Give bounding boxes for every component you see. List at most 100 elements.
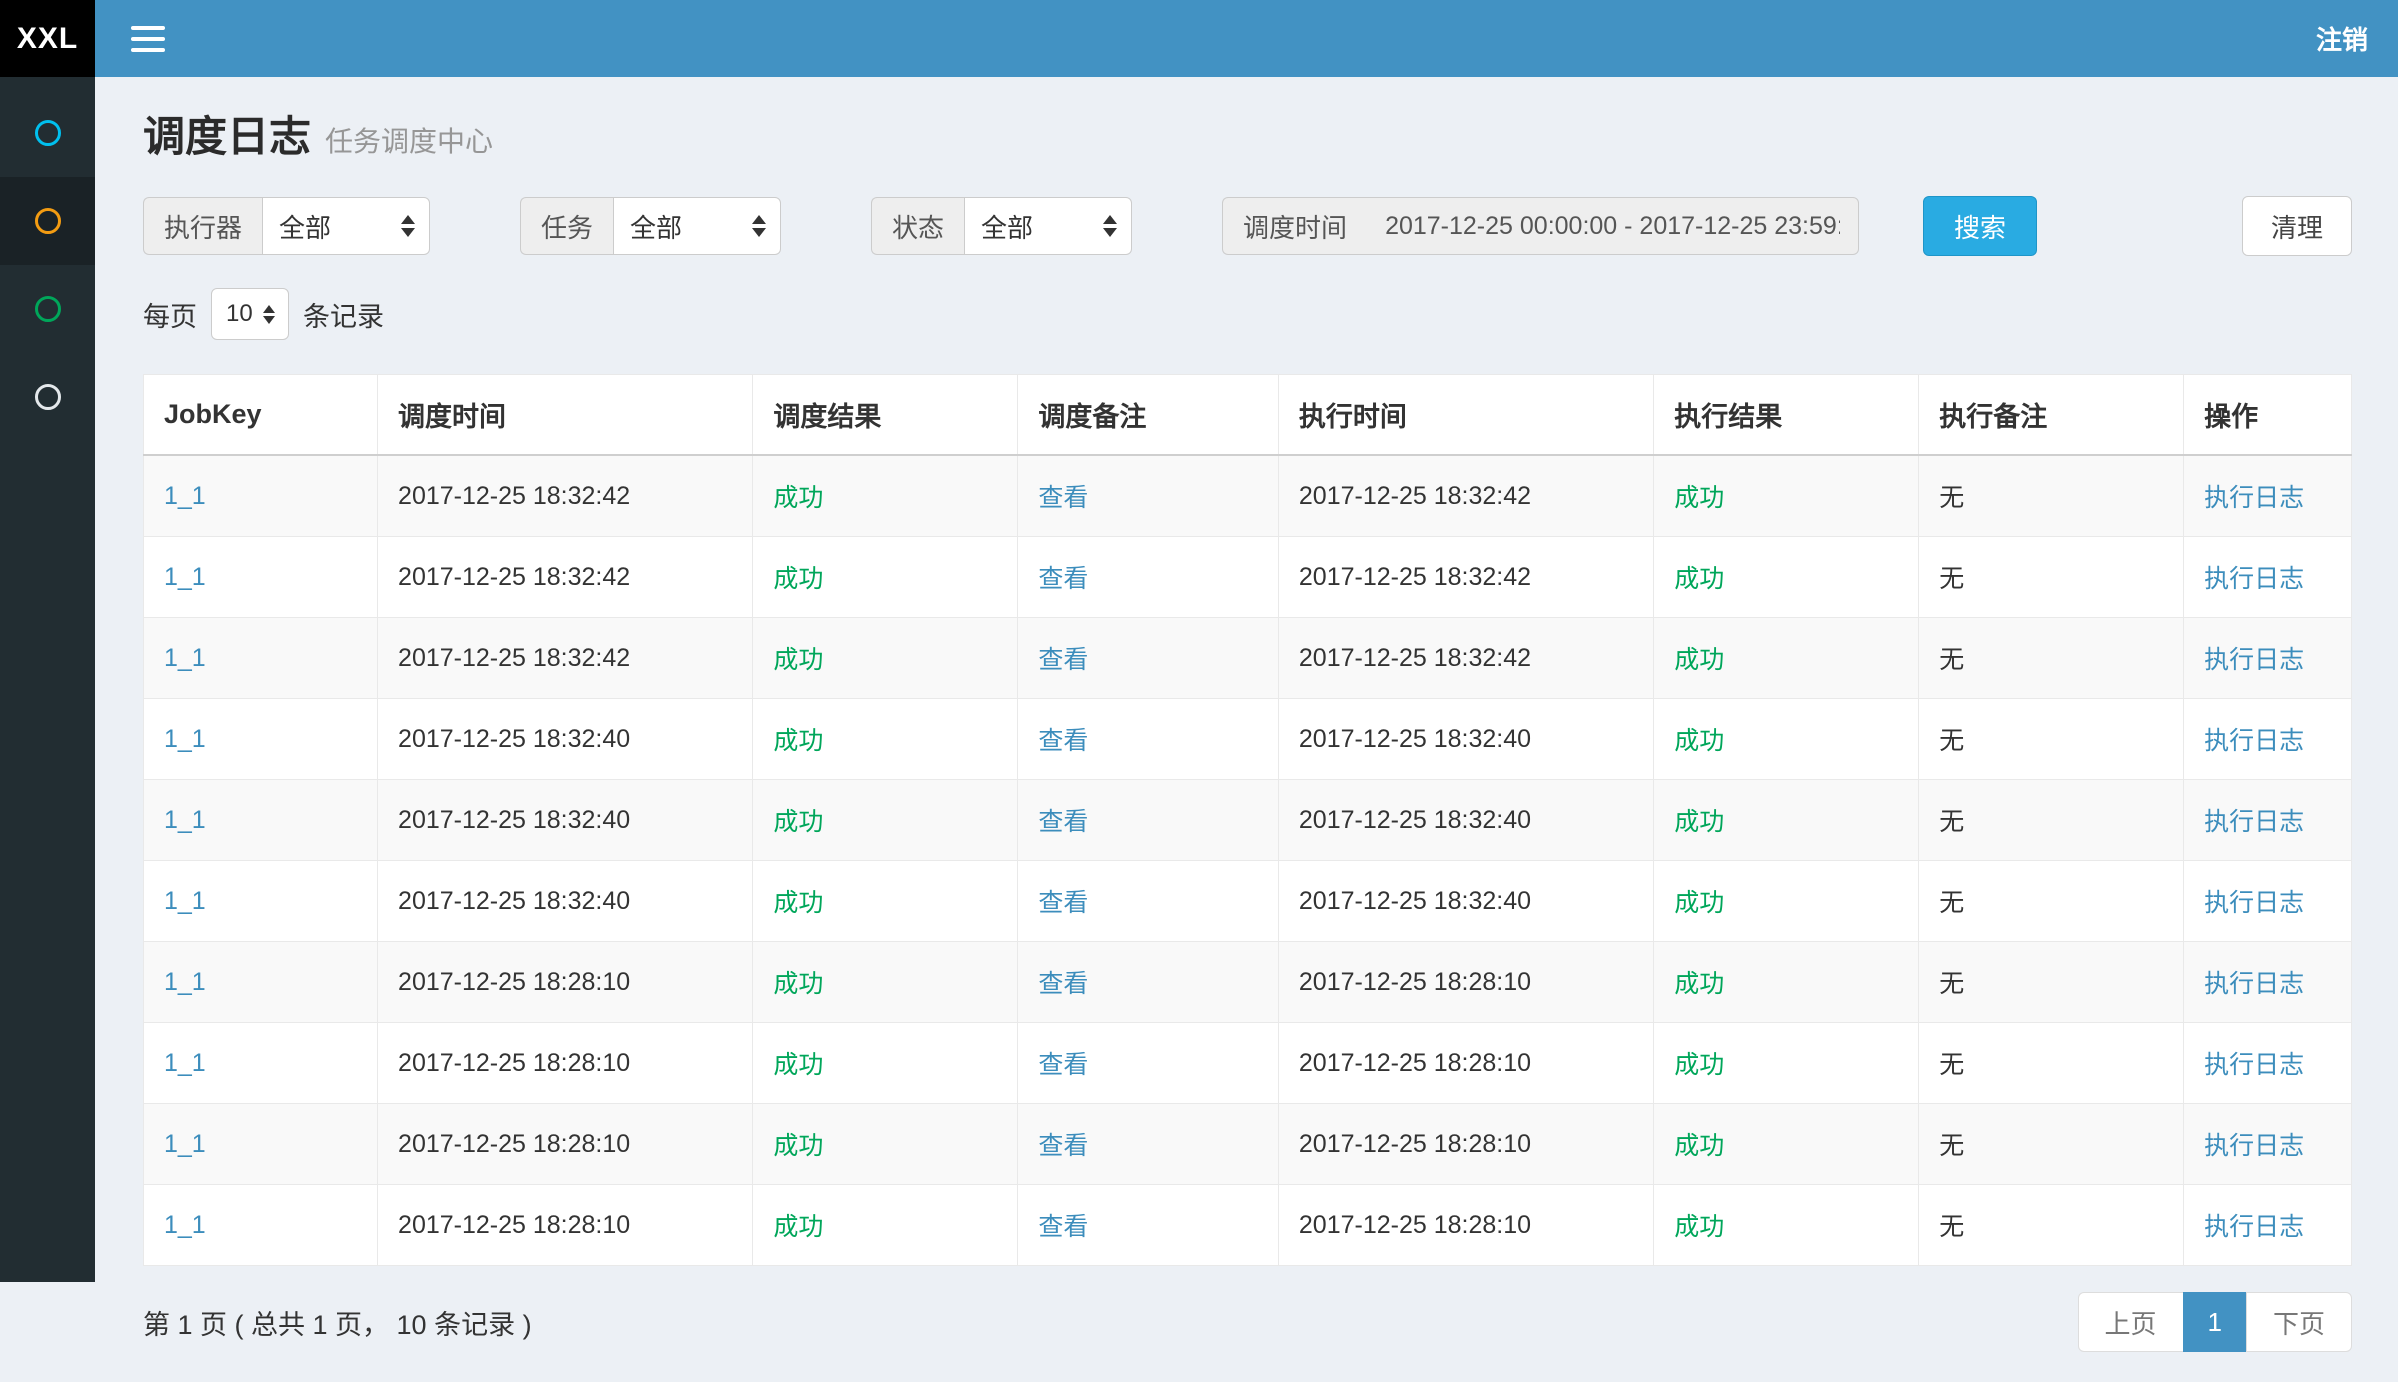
page-size-prefix-label: 每页 bbox=[143, 295, 197, 334]
jobkey-link[interactable]: 1_1 bbox=[164, 1049, 206, 1077]
select-arrows-icon bbox=[263, 305, 275, 324]
table-row: 1_12017-12-25 18:32:42成功查看2017-12-25 18:… bbox=[144, 455, 2352, 537]
sidebar-item-1[interactable] bbox=[0, 89, 95, 177]
hamburger-icon bbox=[131, 26, 165, 30]
trigger-result: 成功 bbox=[773, 484, 823, 512]
trigger-msg-link[interactable]: 查看 bbox=[1038, 484, 1088, 512]
select-arrows-icon bbox=[1103, 215, 1117, 237]
execution-log-link[interactable]: 执行日志 bbox=[2204, 1132, 2304, 1160]
page-1-button[interactable]: 1 bbox=[2183, 1292, 2247, 1352]
circle-icon bbox=[35, 208, 61, 234]
app-logo[interactable]: XXL bbox=[0, 0, 95, 77]
handle-result: 成功 bbox=[1674, 565, 1724, 593]
trigger-result: 成功 bbox=[773, 889, 823, 917]
execution-log-link[interactable]: 执行日志 bbox=[2204, 970, 2304, 998]
execution-log-link[interactable]: 执行日志 bbox=[2204, 565, 2304, 593]
search-button[interactable]: 搜索 bbox=[1923, 196, 2037, 256]
table-row: 1_12017-12-25 18:28:10成功查看2017-12-25 18:… bbox=[144, 1023, 2352, 1104]
handle-msg: 无 bbox=[1939, 565, 1964, 593]
job-select[interactable]: 全部 bbox=[613, 197, 781, 255]
handle-time: 2017-12-25 18:32:42 bbox=[1299, 482, 1531, 510]
select-arrows-icon bbox=[752, 215, 766, 237]
prev-page-button[interactable]: 上页 bbox=[2078, 1292, 2184, 1352]
trigger-result: 成功 bbox=[773, 808, 823, 836]
jobkey-link[interactable]: 1_1 bbox=[164, 887, 206, 915]
trigger-msg-link[interactable]: 查看 bbox=[1038, 1132, 1088, 1160]
column-header-2[interactable]: 调度时间 bbox=[378, 375, 753, 456]
sidebar-item-2[interactable] bbox=[0, 177, 95, 265]
page-size-select[interactable]: 10 bbox=[211, 288, 289, 340]
column-header-7[interactable]: 执行备注 bbox=[1919, 375, 2184, 456]
handle-msg: 无 bbox=[1939, 727, 1964, 755]
trigger-msg-link[interactable]: 查看 bbox=[1038, 1213, 1088, 1241]
status-filter-label: 状态 bbox=[871, 197, 964, 255]
next-page-button[interactable]: 下页 bbox=[2246, 1292, 2352, 1352]
clear-button[interactable]: 清理 bbox=[2242, 196, 2352, 256]
sidebar-item-4[interactable] bbox=[0, 353, 95, 441]
trigger-result: 成功 bbox=[773, 727, 823, 755]
column-header-3[interactable]: 调度结果 bbox=[753, 375, 1018, 456]
handle-time: 2017-12-25 18:32:40 bbox=[1299, 806, 1531, 834]
handle-msg: 无 bbox=[1939, 1051, 1964, 1079]
trigger-time: 2017-12-25 18:28:10 bbox=[398, 968, 630, 996]
handle-msg: 无 bbox=[1939, 889, 1964, 917]
logout-link[interactable]: 注销 bbox=[2316, 20, 2368, 57]
app-logo-text: XXL bbox=[17, 22, 78, 56]
page-size-select-value: 10 bbox=[226, 300, 253, 328]
column-header-1[interactable]: JobKey bbox=[144, 375, 378, 456]
trigger-time-range-input[interactable] bbox=[1367, 197, 1859, 255]
handle-result: 成功 bbox=[1674, 808, 1724, 836]
handle-result: 成功 bbox=[1674, 889, 1724, 917]
execution-log-link[interactable]: 执行日志 bbox=[2204, 1051, 2304, 1079]
trigger-time: 2017-12-25 18:28:10 bbox=[398, 1049, 630, 1077]
trigger-msg-link[interactable]: 查看 bbox=[1038, 646, 1088, 674]
table-header-row: JobKey调度时间调度结果调度备注执行时间执行结果执行备注操作 bbox=[144, 375, 2352, 456]
handle-msg: 无 bbox=[1939, 646, 1964, 674]
handle-time: 2017-12-25 18:32:40 bbox=[1299, 887, 1531, 915]
sidebar-item-3[interactable] bbox=[0, 265, 95, 353]
execution-log-link[interactable]: 执行日志 bbox=[2204, 646, 2304, 674]
jobkey-link[interactable]: 1_1 bbox=[164, 644, 206, 672]
execution-log-link[interactable]: 执行日志 bbox=[2204, 727, 2304, 755]
jobkey-link[interactable]: 1_1 bbox=[164, 725, 206, 753]
jobkey-link[interactable]: 1_1 bbox=[164, 1211, 206, 1239]
execution-log-link[interactable]: 执行日志 bbox=[2204, 889, 2304, 917]
table-row: 1_12017-12-25 18:32:42成功查看2017-12-25 18:… bbox=[144, 537, 2352, 618]
status-select[interactable]: 全部 bbox=[964, 197, 1132, 255]
trigger-msg-link[interactable]: 查看 bbox=[1038, 889, 1088, 917]
filter-bar: 执行器 全部 任务 全部 状态 全部 调度时间 搜索 清理 bbox=[143, 196, 2352, 256]
status-select-value: 全部 bbox=[981, 208, 1085, 245]
trigger-msg-link[interactable]: 查看 bbox=[1038, 565, 1088, 593]
trigger-time: 2017-12-25 18:28:10 bbox=[398, 1130, 630, 1158]
page-size-suffix-label: 条记录 bbox=[303, 295, 384, 334]
jobkey-link[interactable]: 1_1 bbox=[164, 482, 206, 510]
sidebar-toggle-button[interactable] bbox=[131, 26, 165, 52]
executor-filter-label: 执行器 bbox=[143, 197, 262, 255]
trigger-time: 2017-12-25 18:32:40 bbox=[398, 725, 630, 753]
trigger-msg-link[interactable]: 查看 bbox=[1038, 808, 1088, 836]
column-header-5[interactable]: 执行时间 bbox=[1278, 375, 1653, 456]
execution-log-link[interactable]: 执行日志 bbox=[2204, 484, 2304, 512]
jobkey-link[interactable]: 1_1 bbox=[164, 968, 206, 996]
jobkey-link[interactable]: 1_1 bbox=[164, 806, 206, 834]
circle-icon bbox=[35, 384, 61, 410]
handle-msg: 无 bbox=[1939, 808, 1964, 836]
table-row: 1_12017-12-25 18:32:40成功查看2017-12-25 18:… bbox=[144, 861, 2352, 942]
jobkey-link[interactable]: 1_1 bbox=[164, 563, 206, 591]
column-header-6[interactable]: 执行结果 bbox=[1654, 375, 1919, 456]
handle-time: 2017-12-25 18:28:10 bbox=[1299, 1049, 1531, 1077]
trigger-time: 2017-12-25 18:32:42 bbox=[398, 563, 630, 591]
handle-time: 2017-12-25 18:32:42 bbox=[1299, 644, 1531, 672]
trigger-msg-link[interactable]: 查看 bbox=[1038, 1051, 1088, 1079]
column-header-8[interactable]: 操作 bbox=[2184, 375, 2352, 456]
trigger-msg-link[interactable]: 查看 bbox=[1038, 727, 1088, 755]
column-header-4[interactable]: 调度备注 bbox=[1018, 375, 1279, 456]
trigger-msg-link[interactable]: 查看 bbox=[1038, 970, 1088, 998]
job-select-value: 全部 bbox=[630, 208, 734, 245]
executor-select[interactable]: 全部 bbox=[262, 197, 430, 255]
execution-log-link[interactable]: 执行日志 bbox=[2204, 808, 2304, 836]
jobkey-link[interactable]: 1_1 bbox=[164, 1130, 206, 1158]
execution-log-link[interactable]: 执行日志 bbox=[2204, 1213, 2304, 1241]
table-footer: 第 1 页 ( 总共 1 页， 10 条记录 ) 上页 1 下页 bbox=[143, 1292, 2352, 1352]
dispatch-log-table: JobKey调度时间调度结果调度备注执行时间执行结果执行备注操作 1_1 2017… bbox=[143, 374, 2352, 1266]
